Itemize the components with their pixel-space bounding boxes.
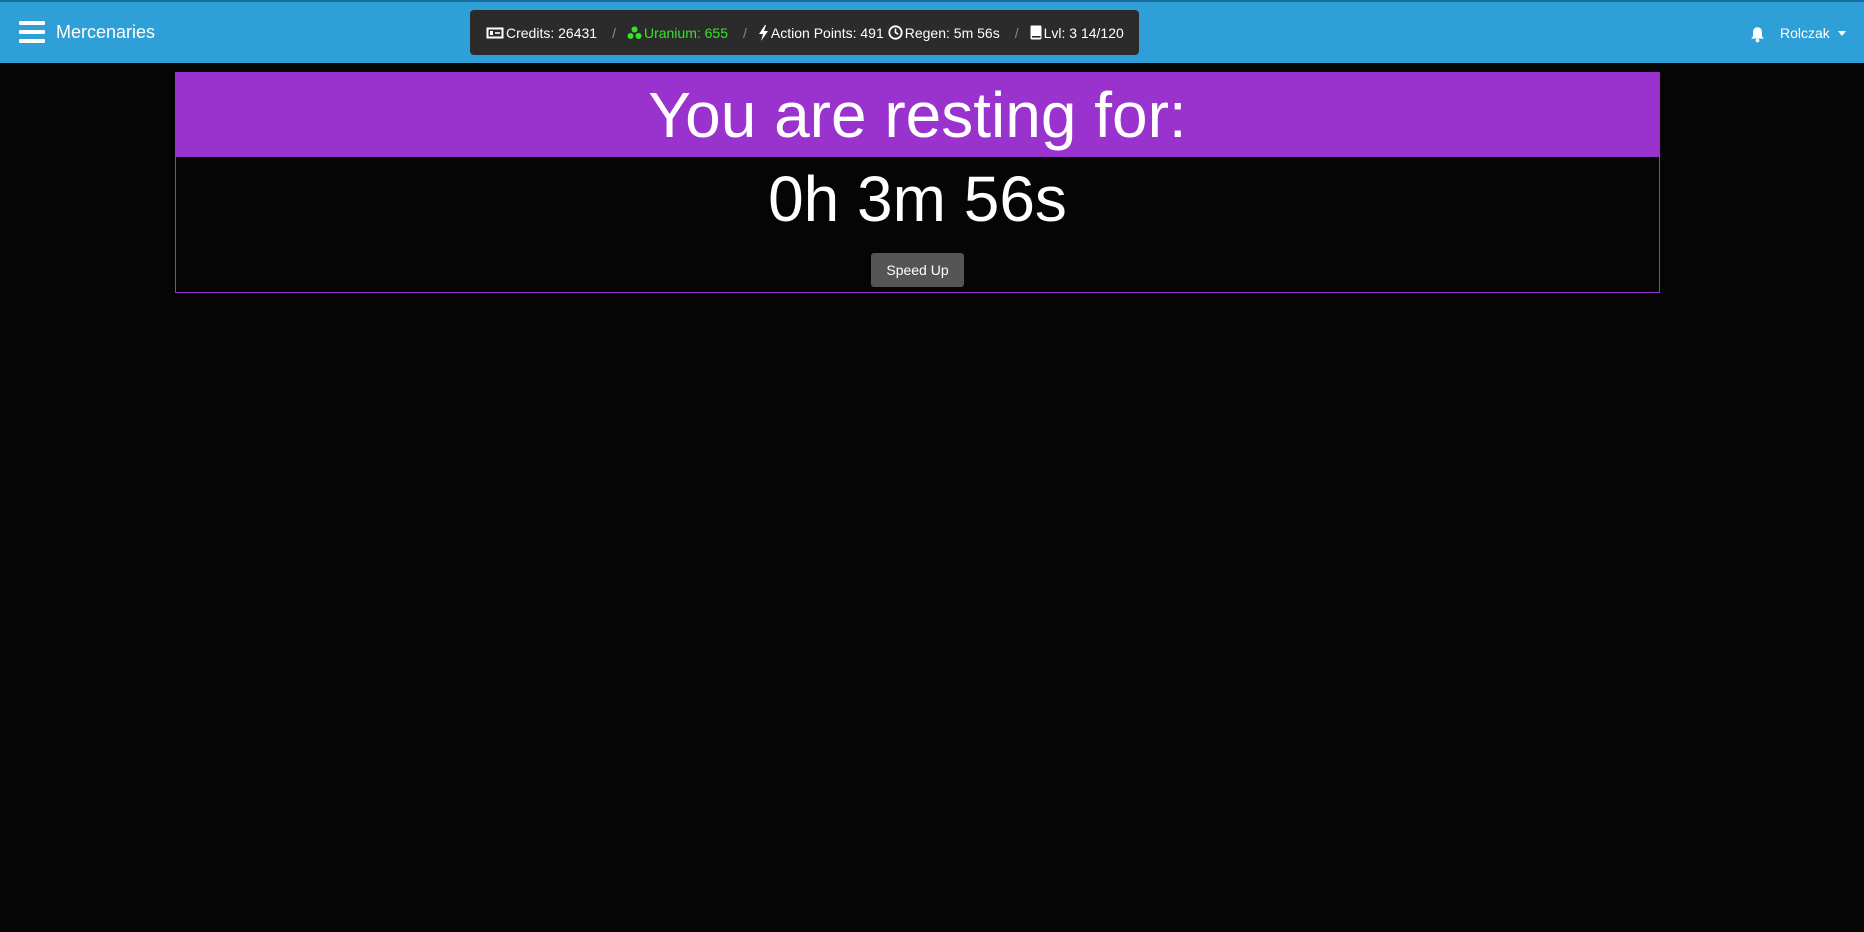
clock-icon (888, 25, 903, 40)
book-icon (1030, 25, 1042, 40)
stat-separator: / (1014, 24, 1019, 41)
stat-level: Lvl: 3 14/120 (1030, 25, 1124, 41)
stat-credits: Credits: 26431 (486, 25, 597, 41)
resource-stats-bar: Credits: 26431 / Uranium: 655 / Action P… (470, 10, 1139, 55)
resting-panel: You are resting for: 0h 3m 56s Speed Up (175, 72, 1660, 293)
money-bill-icon (486, 27, 504, 38)
brand-link[interactable]: Mercenaries (56, 22, 155, 43)
resting-title: You are resting for: (176, 73, 1659, 157)
bell-icon[interactable] (1750, 26, 1765, 43)
stat-uranium: Uranium: 655 (627, 25, 728, 41)
caret-down-icon (1837, 30, 1846, 36)
uranium-value: Uranium: 655 (643, 24, 728, 41)
rest-timer: 0h 3m 56s (768, 163, 1067, 235)
stat-separator: / (612, 24, 616, 41)
credits-value: Credits: 26431 (506, 24, 598, 41)
level-value: Lvl: 3 14/120 (1043, 24, 1124, 41)
stat-action-points: Action Points: 491 (758, 24, 884, 41)
user-menu-dropdown[interactable]: Rolczak (1780, 25, 1846, 41)
lightning-bolt-icon (758, 24, 768, 41)
hamburger-menu-icon[interactable] (19, 21, 45, 45)
stat-separator: / (743, 24, 747, 41)
radiation-icon (627, 26, 642, 39)
stat-regen: Regen: 5m 56s (888, 25, 1000, 41)
top-navbar: Mercenaries Credits: 26431 / Uranium: 65… (0, 0, 1864, 63)
regen-value: Regen: 5m 56s (904, 24, 1000, 41)
action-points-value: Action Points: 491 (770, 24, 884, 41)
username: Rolczak (1780, 25, 1830, 41)
speed-up-button[interactable]: Speed Up (871, 253, 964, 287)
